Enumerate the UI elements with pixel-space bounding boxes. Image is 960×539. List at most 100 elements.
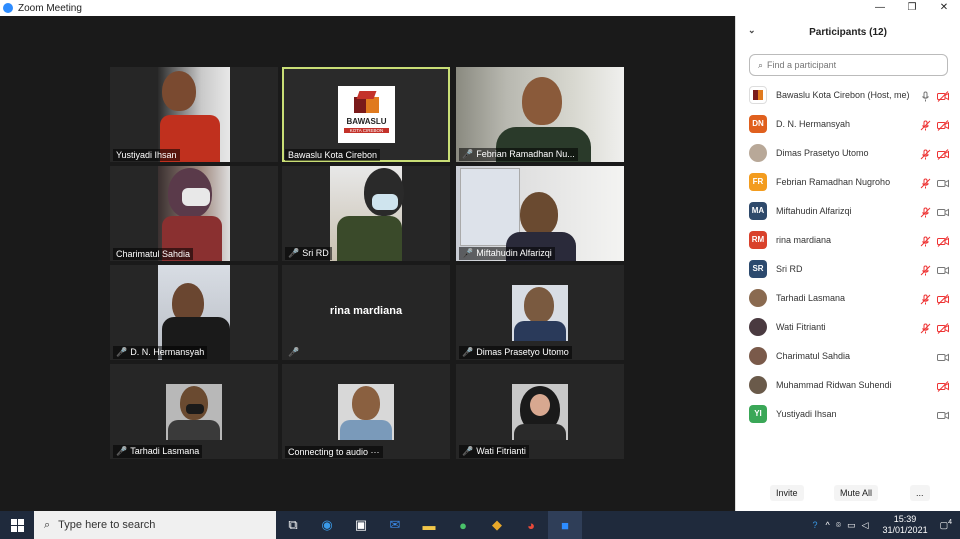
show-hidden-icons[interactable]: ^ bbox=[825, 520, 829, 530]
app-icon[interactable]: ◆ bbox=[480, 511, 514, 539]
window-controls: — ❐ ✕ bbox=[864, 0, 960, 16]
muted-mic-icon: 🎤 bbox=[288, 248, 300, 258]
camera-on-icon[interactable] bbox=[937, 176, 949, 188]
participant-status-icons bbox=[920, 321, 949, 334]
video-tile-active-speaker[interactable]: BAWASLU KOTA CIREBON Bawaslu Kota Cirebo… bbox=[282, 67, 450, 162]
camera-off-icon[interactable] bbox=[937, 379, 949, 392]
close-button[interactable]: ✕ bbox=[928, 0, 960, 16]
participant-row[interactable]: Muhammad Ridwan Suhendi bbox=[736, 370, 960, 399]
clock[interactable]: 15:39 31/01/2021 bbox=[883, 514, 928, 536]
participant-name: 🎤 Tarhadi Lasmana bbox=[113, 445, 203, 458]
participant-row-name: Dimas Prasetyo Utomo bbox=[776, 147, 869, 158]
volume-icon[interactable]: ◁ bbox=[862, 520, 869, 531]
mail-icon[interactable]: ✉ bbox=[378, 511, 412, 539]
participant-row[interactable]: Dimas Prasetyo Utomo bbox=[736, 138, 960, 167]
edge-icon[interactable]: ◉ bbox=[310, 511, 344, 539]
mic-on-icon[interactable] bbox=[920, 89, 931, 102]
participant-row[interactable]: Tarhadi Lasmana bbox=[736, 283, 960, 312]
camera-off-icon[interactable] bbox=[937, 292, 949, 305]
video-tile[interactable]: rina mardiana 🎤 bbox=[282, 265, 450, 360]
mic-muted-icon[interactable] bbox=[920, 147, 931, 160]
avatar bbox=[749, 288, 767, 307]
start-button[interactable] bbox=[0, 511, 34, 539]
more-options-button[interactable]: ... bbox=[910, 485, 930, 501]
participant-row-name: Muhammad Ridwan Suhendi bbox=[776, 379, 892, 390]
mic-muted-icon[interactable] bbox=[920, 118, 931, 131]
participant-row[interactable]: RM rina mardiana bbox=[736, 225, 960, 254]
file-explorer-icon[interactable]: ▬ bbox=[412, 511, 446, 539]
minimize-button[interactable]: — bbox=[864, 0, 896, 16]
muted-mic-icon: 🎤 bbox=[462, 149, 474, 159]
participant-list: Bawaslu Kota Cirebon (Host, me) DN D. N. H… bbox=[736, 80, 960, 428]
notification-count: 4 bbox=[948, 519, 952, 526]
mute-all-button[interactable]: Mute All bbox=[834, 485, 879, 501]
invite-button[interactable]: Invite bbox=[770, 485, 804, 501]
camera-off-icon[interactable] bbox=[937, 89, 949, 102]
participant-status-icons bbox=[920, 176, 949, 189]
mic-muted-icon[interactable] bbox=[920, 263, 931, 276]
participant-row-name: Charimatul Sahdia bbox=[776, 350, 851, 361]
mic-muted-icon[interactable] bbox=[920, 234, 931, 247]
participant-row-name: Febrian Ramadhan Nugroho bbox=[776, 176, 891, 187]
participant-status-icons bbox=[920, 263, 949, 276]
video-tile[interactable]: Charimatul Sahdia bbox=[110, 166, 278, 261]
logo-main-text: BAWASLU bbox=[346, 117, 387, 126]
video-tile[interactable]: 🎤 Wati Fitrianti bbox=[456, 364, 624, 459]
camera-on-icon[interactable] bbox=[937, 205, 949, 217]
clock-date: 31/01/2021 bbox=[882, 525, 928, 535]
camera-off-icon[interactable] bbox=[937, 118, 949, 131]
participant-row[interactable]: Charimatul Sahdia bbox=[736, 341, 960, 370]
video-tile[interactable]: 🎤 Sri RD bbox=[282, 166, 450, 261]
participant-search[interactable]: ⌕ bbox=[749, 54, 948, 76]
search-input[interactable] bbox=[767, 60, 918, 70]
logo-sub-text: KOTA CIREBON bbox=[344, 128, 389, 133]
muted-mic-icon: 🎤 bbox=[462, 347, 474, 357]
camera-off-icon[interactable] bbox=[937, 234, 949, 247]
zoom-taskbar-icon[interactable]: ■ bbox=[548, 511, 582, 539]
video-tile[interactable]: 🎤 Tarhadi Lasmana bbox=[110, 364, 278, 459]
camera-on-icon[interactable] bbox=[937, 350, 949, 362]
help-icon[interactable]: ? bbox=[812, 520, 817, 530]
participant-row[interactable]: YI Yustiyadi Ihsan bbox=[736, 399, 960, 428]
taskbar-search[interactable]: ⌕ Type here to search bbox=[34, 511, 276, 539]
maximize-button[interactable]: ❐ bbox=[896, 0, 928, 16]
camera-on-icon[interactable] bbox=[937, 263, 949, 275]
mic-muted-icon[interactable] bbox=[920, 176, 931, 189]
participant-row[interactable]: MA Miftahudin Alfarizqi bbox=[736, 196, 960, 225]
mic-muted-icon[interactable] bbox=[920, 292, 931, 305]
participant-row[interactable]: Bawaslu Kota Cirebon (Host, me) bbox=[736, 80, 960, 109]
mic-muted-icon[interactable] bbox=[920, 321, 931, 334]
participant-status-icons bbox=[937, 379, 949, 392]
video-tile[interactable]: 🎤 Febrian Ramadhan Nu... bbox=[456, 67, 624, 162]
camera-off-icon[interactable] bbox=[937, 147, 949, 160]
participant-name: 🎤 bbox=[285, 346, 305, 359]
chrome-icon[interactable]: ◕ bbox=[514, 511, 548, 539]
avatar bbox=[749, 85, 767, 104]
video-tile[interactable]: 🎤 Miftahudin Alfarizqi bbox=[456, 166, 624, 261]
network-icon[interactable]: ⌾ bbox=[836, 520, 841, 531]
camera-on-icon[interactable] bbox=[937, 408, 949, 420]
participant-row-name: Wati Fitrianti bbox=[776, 321, 826, 332]
participant-row[interactable]: Wati Fitrianti bbox=[736, 312, 960, 341]
notification-icon[interactable]: ▢4 bbox=[940, 519, 952, 531]
avatar: MA bbox=[749, 201, 767, 220]
participant-name: Yustiyadi Ihsan bbox=[113, 149, 180, 161]
task-view-icon[interactable]: ⧉ bbox=[276, 511, 310, 539]
camera-off-icon[interactable] bbox=[937, 321, 949, 334]
participant-name: Charimatul Sahdia bbox=[113, 248, 194, 260]
battery-icon[interactable]: ▭ bbox=[847, 520, 856, 531]
clock-time: 15:39 bbox=[893, 514, 917, 524]
store-icon[interactable]: ▣ bbox=[344, 511, 378, 539]
video-tile[interactable]: Connecting to audio ··· bbox=[282, 364, 450, 459]
app-icon[interactable]: ● bbox=[446, 511, 480, 539]
video-tile[interactable]: 🎤 D. N. Hermansyah bbox=[110, 265, 278, 360]
chevron-down-icon[interactable]: ⌄ bbox=[748, 25, 756, 36]
participant-status-icons bbox=[920, 292, 949, 305]
video-tile[interactable]: Yustiyadi Ihsan bbox=[110, 67, 278, 162]
participant-row[interactable]: DN D. N. Hermansyah bbox=[736, 109, 960, 138]
participant-row[interactable]: SR Sri RD bbox=[736, 254, 960, 283]
mic-muted-icon[interactable] bbox=[920, 205, 931, 218]
panel-footer: Invite Mute All ... bbox=[736, 485, 960, 501]
participant-row[interactable]: FR Febrian Ramadhan Nugroho bbox=[736, 167, 960, 196]
video-tile[interactable]: 🎤 Dimas Prasetyo Utomo bbox=[456, 265, 624, 360]
